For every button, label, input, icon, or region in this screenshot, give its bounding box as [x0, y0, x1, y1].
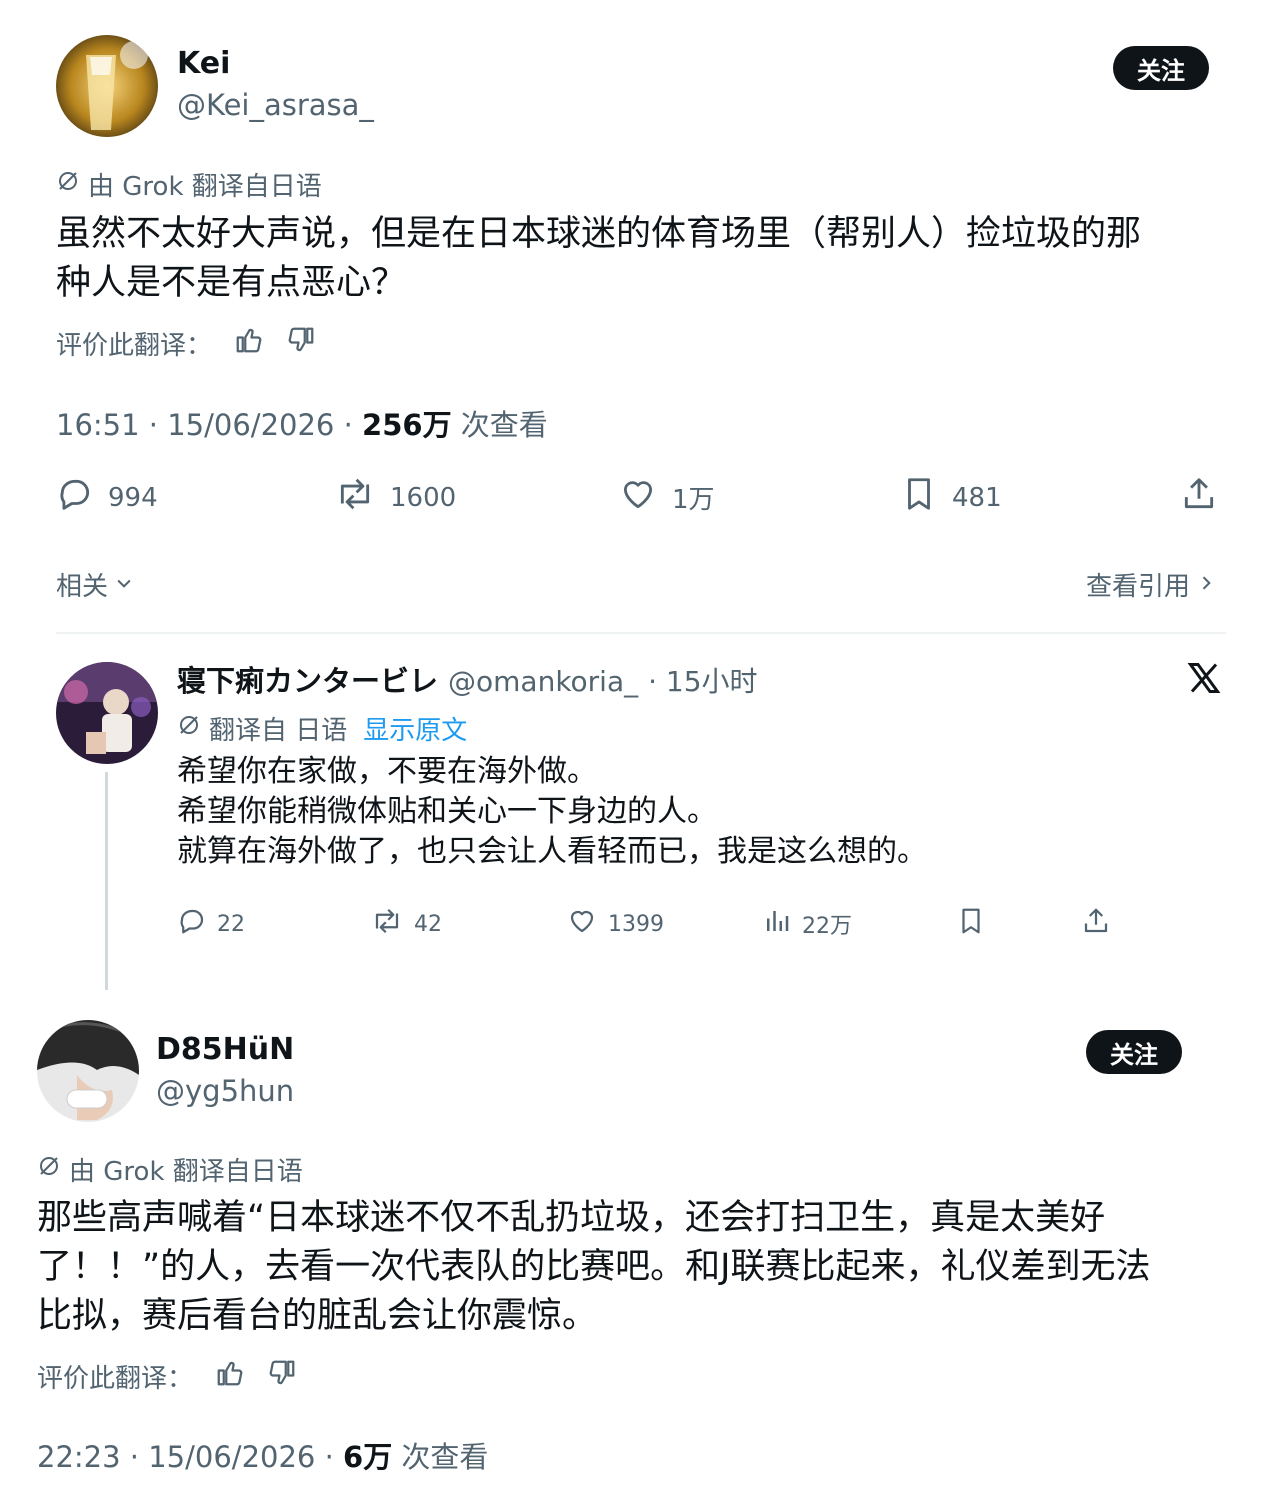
reply-button[interactable]: 994	[56, 475, 158, 520]
reply-translation-text: 翻译自 日语	[209, 716, 348, 746]
related-label: 相关	[56, 572, 109, 602]
author-handle[interactable]: @Kei_asrasa_	[177, 88, 374, 122]
reply-text-line: 希望你能稍微体贴和关心一下身边的人。	[177, 794, 717, 829]
heart-icon	[566, 906, 598, 942]
reply-reply-count: 22	[217, 911, 245, 937]
translation-note: 由 Grok 翻译自日语	[37, 1151, 303, 1188]
post-text: 虽然不太好大声说，但是在日本球迷的体育场里（帮别人）捡垃圾的那 种人是不是有点恶…	[56, 210, 1236, 308]
reply-translation-note: 翻译自 日语 显示原文	[177, 710, 467, 747]
analytics-icon	[762, 906, 792, 942]
post-text-line: 那些高声喊着“日本球迷不仅不乱扔垃圾，还会打扫卫生，真是太美好	[37, 1198, 1106, 1238]
chevron-down-icon	[114, 570, 134, 600]
bookmark-count: 481	[952, 482, 1002, 513]
bookmark-button[interactable]: 481	[900, 475, 1002, 520]
rate-translation: 评价此翻译：	[56, 325, 316, 362]
reply-repost-button[interactable]: 42	[370, 906, 442, 942]
post-text: 那些高声喊着“日本球迷不仅不乱扔垃圾，还会打扫卫生，真是太美好 了！！”的人，去…	[37, 1194, 1237, 1341]
bookmark-icon	[900, 475, 938, 520]
translation-note-text: 由 Grok 翻译自日语	[88, 172, 322, 202]
avatar-d85hun[interactable]	[37, 1020, 139, 1122]
reply-bookmark-button[interactable]	[956, 906, 986, 942]
chevron-right-icon	[1196, 570, 1216, 600]
view-count: 256万	[362, 408, 452, 442]
reply-icon	[56, 475, 94, 520]
repost-count: 1600	[390, 482, 457, 513]
post-meta: 22:23 · 15/06/2026 · 6万 次查看	[37, 1434, 488, 1476]
post-text-line: 种人是不是有点恶心？	[56, 263, 407, 303]
view-quotes-link[interactable]: 查看引用	[1086, 566, 1216, 603]
avatar-kei[interactable]	[56, 35, 158, 137]
repost-icon	[334, 475, 376, 520]
translation-note: 由 Grok 翻译自日语	[56, 166, 322, 203]
reply-count: 994	[108, 482, 158, 513]
reply-share-button[interactable]	[1081, 906, 1111, 942]
thumbs-up-icon[interactable]	[234, 325, 264, 362]
reply-text-line: 就算在海外做了，也只会让人看轻而已，我是这么想的。	[177, 834, 927, 869]
reply-author-name[interactable]: 寝下痢カンタービレ	[177, 658, 438, 700]
reply-text: 希望你在家做，不要在海外做。 希望你能稍微体贴和关心一下身边的人。 就算在海外做…	[177, 752, 927, 872]
post-time[interactable]: 16:51 · 15/06/2026 ·	[56, 408, 362, 442]
reply-like-button[interactable]: 1399	[566, 906, 664, 942]
reply-like-count: 1399	[608, 911, 664, 937]
bookmark-icon	[956, 906, 986, 942]
author-name[interactable]: D85HüN	[156, 1032, 294, 1067]
like-button[interactable]: 1万	[618, 475, 715, 520]
post-text-line: 虽然不太好大声说，但是在日本球迷的体育场里（帮别人）捡垃圾的那	[56, 214, 1142, 254]
rate-label: 评价此翻译：	[56, 331, 213, 361]
rate-label: 评价此翻译：	[37, 1364, 194, 1394]
translate-icon	[177, 713, 201, 744]
follow-button[interactable]: 关注	[1086, 1030, 1182, 1074]
x-logo-icon[interactable]	[1186, 660, 1222, 700]
thumbs-down-icon[interactable]	[267, 1358, 297, 1395]
reply-author-handle[interactable]: @omankoria_	[448, 665, 638, 698]
thread-line	[105, 772, 108, 990]
author-name[interactable]: Kei	[177, 46, 230, 81]
thumbs-down-icon[interactable]	[286, 325, 316, 362]
rate-translation: 评价此翻译：	[37, 1358, 297, 1395]
share-button[interactable]	[1180, 475, 1218, 520]
reply-time[interactable]: · 15小时	[648, 660, 757, 700]
view-count: 6万	[343, 1440, 393, 1474]
avatar-reply-user[interactable]	[56, 662, 158, 764]
post-text-line: 比拟，赛后看台的脏乱会让你震惊。	[37, 1296, 598, 1336]
view-label: 次查看	[451, 408, 548, 442]
post-meta: 16:51 · 15/06/2026 · 256万 次查看	[56, 402, 548, 444]
reply-views-button[interactable]: 22万	[762, 906, 852, 942]
share-icon	[1081, 906, 1111, 942]
share-icon	[1180, 475, 1218, 520]
reply-text-line: 希望你在家做，不要在海外做。	[177, 754, 597, 789]
post-time[interactable]: 22:23 · 15/06/2026 ·	[37, 1440, 343, 1474]
view-quotes-label: 查看引用	[1086, 572, 1191, 602]
divider	[56, 632, 1226, 634]
follow-button[interactable]: 关注	[1113, 46, 1209, 90]
repost-icon	[370, 906, 404, 942]
heart-icon	[618, 475, 658, 520]
author-handle[interactable]: @yg5hun	[156, 1074, 294, 1108]
translate-icon	[37, 1154, 61, 1185]
translation-note-text: 由 Grok 翻译自日语	[69, 1157, 303, 1187]
thumbs-up-icon[interactable]	[215, 1358, 245, 1395]
reply-icon	[177, 906, 207, 942]
like-count: 1万	[672, 485, 715, 515]
repost-button[interactable]: 1600	[334, 475, 456, 520]
reply-reply-button[interactable]: 22	[177, 906, 245, 942]
reply-view-count: 22万	[802, 914, 852, 939]
translate-icon	[56, 169, 80, 200]
reply-repost-count: 42	[414, 911, 442, 937]
post-text-line: 了！！”的人，去看一次代表队的比赛吧。和J联赛比起来，礼仪差到无法	[37, 1247, 1151, 1287]
view-label: 次查看	[392, 1440, 489, 1474]
show-original-link[interactable]: 显示原文	[363, 710, 467, 747]
reply-header: 寝下痢カンタービレ @omankoria_ · 15小时	[177, 658, 758, 700]
related-dropdown[interactable]: 相关	[56, 566, 134, 603]
